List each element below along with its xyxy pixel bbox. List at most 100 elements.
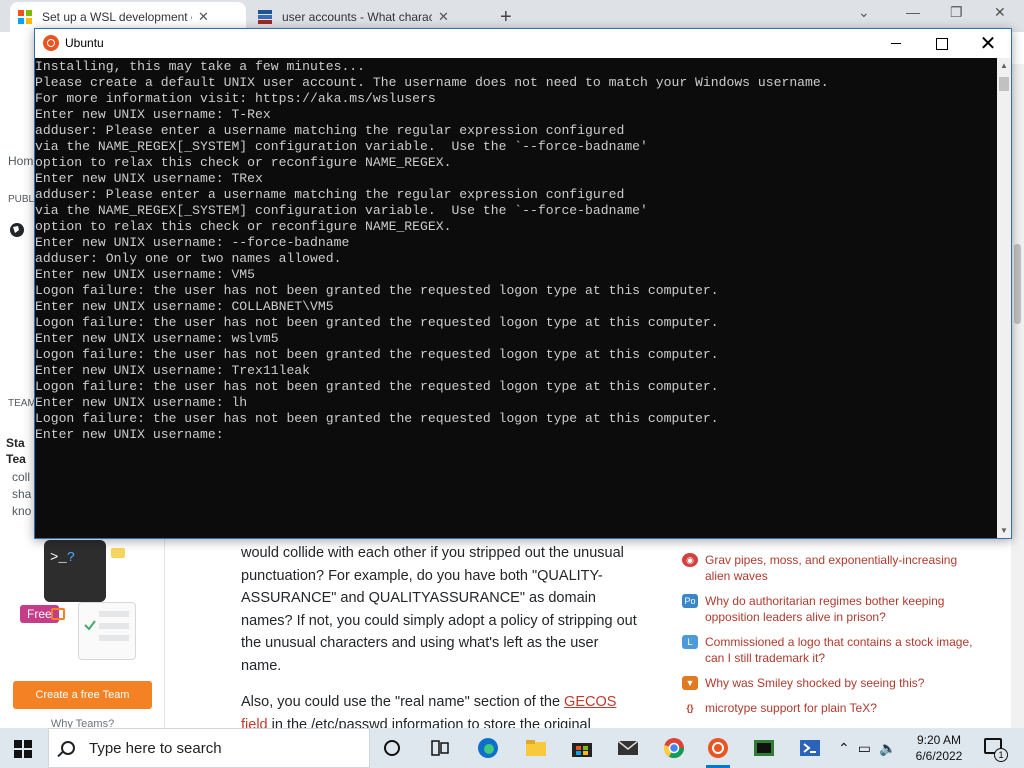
scrollbar-thumb[interactable] <box>1014 244 1021 324</box>
hot-network-questions: ◉ Grav pipes, moss, and exponentially-in… <box>682 552 982 725</box>
hot-question-link[interactable]: Why do authoritarian regimes bother keep… <box>705 593 982 625</box>
file-explorer-icon[interactable] <box>522 734 550 762</box>
terminal-illustration-icon: >_? <box>44 540 106 602</box>
search-input[interactable] <box>89 739 349 757</box>
answer-body: would collide with each other if you str… <box>241 542 641 750</box>
teams-title-2: Tea <box>6 452 26 466</box>
sidebar-section-public: PUBL <box>8 194 35 205</box>
ubuntu-icon[interactable] <box>704 734 732 768</box>
terminal-line: Enter new UNIX username: Trex11leak <box>35 363 311 378</box>
terminal-line: Please create a default UNIX user accoun… <box>35 75 829 90</box>
mail-icon[interactable] <box>614 734 642 762</box>
hot-question-link[interactable]: microtype support for plain TeX? <box>705 700 877 716</box>
chat-icon <box>51 608 65 620</box>
hot-question[interactable]: ◉ Grav pipes, moss, and exponentially-in… <box>682 552 982 584</box>
chevron-up-icon[interactable]: ⌃ <box>838 740 850 757</box>
chrome-icon[interactable] <box>660 734 688 762</box>
terminal-line: Enter new UNIX username: T-Rex <box>35 107 271 122</box>
cortana-icon[interactable] <box>378 734 406 762</box>
taskbar-clock[interactable]: 9:20 AM 6/6/2022 <box>904 732 974 764</box>
close-button[interactable]: ✕ <box>965 29 1011 58</box>
minimize-button[interactable] <box>873 29 919 58</box>
hot-question[interactable]: {} microtype support for plain TeX? <box>682 700 982 716</box>
terminal-line: via the NAME_REGEX[_SYSTEM] configuratio… <box>35 139 648 154</box>
create-team-button[interactable]: Create a free Team <box>13 681 152 709</box>
hot-question[interactable]: Po Why do authoritarian regimes bother k… <box>682 593 982 625</box>
teams-desc-3: kno <box>12 504 32 518</box>
movies-icon: ▼ <box>682 676 698 690</box>
tex-icon: {} <box>682 701 698 715</box>
teams-desc-1: coll <box>12 470 31 484</box>
scrollbar-thumb[interactable] <box>999 77 1009 91</box>
checklist-card-icon <box>78 602 136 660</box>
terminal-line: Logon failure: the user has not been gra… <box>35 315 719 330</box>
terminal-app-icon[interactable] <box>750 734 778 762</box>
task-view-icon[interactable] <box>426 734 454 762</box>
terminal-line: via the NAME_REGEX[_SYSTEM] configuratio… <box>35 203 648 218</box>
hot-question-link[interactable]: Why was Smiley shocked by seeing this? <box>705 675 924 691</box>
scroll-up-icon[interactable]: ▲ <box>1000 61 1008 70</box>
tab-close-icon[interactable]: ✕ <box>198 9 209 25</box>
new-tab-icon[interactable]: + <box>500 6 512 29</box>
clock-date: 6/6/2022 <box>915 749 963 763</box>
terminal-scrollbar[interactable]: ▲ ▼ <box>997 58 1011 538</box>
minimize-icon[interactable]: — <box>906 4 920 20</box>
sidebar-item-home[interactable]: Hom <box>8 154 33 168</box>
hot-question-link[interactable]: Commissioned a logo that contains a stoc… <box>705 634 982 666</box>
windows-start-icon[interactable] <box>14 740 32 758</box>
teams-title-1: Sta <box>6 436 25 450</box>
volume-icon[interactable]: 🔈 <box>879 740 896 757</box>
terminal-line: Enter new UNIX username: wslvm5 <box>35 331 279 346</box>
page-scrollbar[interactable] <box>1011 64 1024 760</box>
ubuntu-terminal-window[interactable]: Ubuntu ✕ Installing, this may take a few… <box>34 28 1012 539</box>
terminal-title: Ubuntu <box>65 36 104 50</box>
terminal-line: Enter new UNIX username: TRex <box>35 171 263 186</box>
terminal-line: Enter new UNIX username: <box>35 427 224 442</box>
terminal-line: Logon failure: the user has not been gra… <box>35 379 719 394</box>
politics-icon: Po <box>682 594 698 608</box>
hot-question-link[interactable]: Grav pipes, moss, and exponentially-incr… <box>705 552 982 584</box>
scroll-down-icon[interactable]: ▼ <box>1000 526 1008 535</box>
terminal-line: Installing, this may take a few minutes.… <box>35 59 366 74</box>
maximize-button[interactable] <box>919 29 965 58</box>
ubuntu-logo-icon <box>43 35 59 51</box>
microsoft-icon <box>18 10 32 24</box>
terminal-titlebar[interactable]: Ubuntu ✕ <box>35 29 1011 58</box>
worldbuilding-icon: ◉ <box>682 553 698 567</box>
terminal-line: adduser: Please enter a username matchin… <box>35 187 625 202</box>
terminal-line: For more information visit: https://aka.… <box>35 91 436 106</box>
hot-question[interactable]: L Commissioned a logo that contains a st… <box>682 634 982 666</box>
browser-tab-title: user accounts - What characters <box>282 10 432 24</box>
taskbar-search[interactable] <box>48 728 370 768</box>
terminal-line: adduser: Only one or two names allowed. <box>35 251 342 266</box>
stackexchange-icon <box>258 10 272 24</box>
terminal-output[interactable]: Installing, this may take a few minutes.… <box>35 58 997 538</box>
terminal-line: Enter new UNIX username: VM5 <box>35 267 256 282</box>
terminal-line: Enter new UNIX username: --force-badname <box>35 235 350 250</box>
powershell-icon[interactable] <box>796 734 824 762</box>
close-icon[interactable]: ✕ <box>994 4 1006 21</box>
answer-text: Also, you could use the "real name" sect… <box>241 694 565 710</box>
terminal-line: adduser: Please enter a username matchin… <box>35 123 625 138</box>
terminal-line: option to relax this check or reconfigur… <box>35 155 452 170</box>
network-icon[interactable]: ▭ <box>858 740 871 757</box>
store-icon[interactable] <box>568 734 596 762</box>
terminal-line: Enter new UNIX username: COLLABNET\VM5 <box>35 299 334 314</box>
terminal-line: Logon failure: the user has not been gra… <box>35 347 719 362</box>
browser-tab-title: Set up a WSL development envir <box>42 10 192 24</box>
chevron-down-icon[interactable]: ⌄ <box>858 4 870 21</box>
law-icon: L <box>682 635 698 649</box>
hot-question[interactable]: ▼ Why was Smiley shocked by seeing this? <box>682 675 982 691</box>
notification-count: 1 <box>994 748 1008 762</box>
taskbar: ⌃ ▭ 🔈 9:20 AM 6/6/2022 1 <box>0 728 1024 768</box>
sidebar-section-teams: TEAM <box>8 398 36 409</box>
clock-time: 9:20 AM <box>916 733 962 747</box>
edge-icon[interactable] <box>474 734 502 762</box>
terminal-line: Logon failure: the user has not been gra… <box>35 283 719 298</box>
terminal-line: Logon failure: the user has not been gra… <box>35 411 719 426</box>
tab-close-icon[interactable]: ✕ <box>438 9 449 25</box>
teams-desc-2: sha <box>12 487 32 501</box>
terminal-line: Enter new UNIX username: lh <box>35 395 248 410</box>
search-icon <box>61 741 75 755</box>
restore-icon[interactable]: ❐ <box>950 4 963 21</box>
